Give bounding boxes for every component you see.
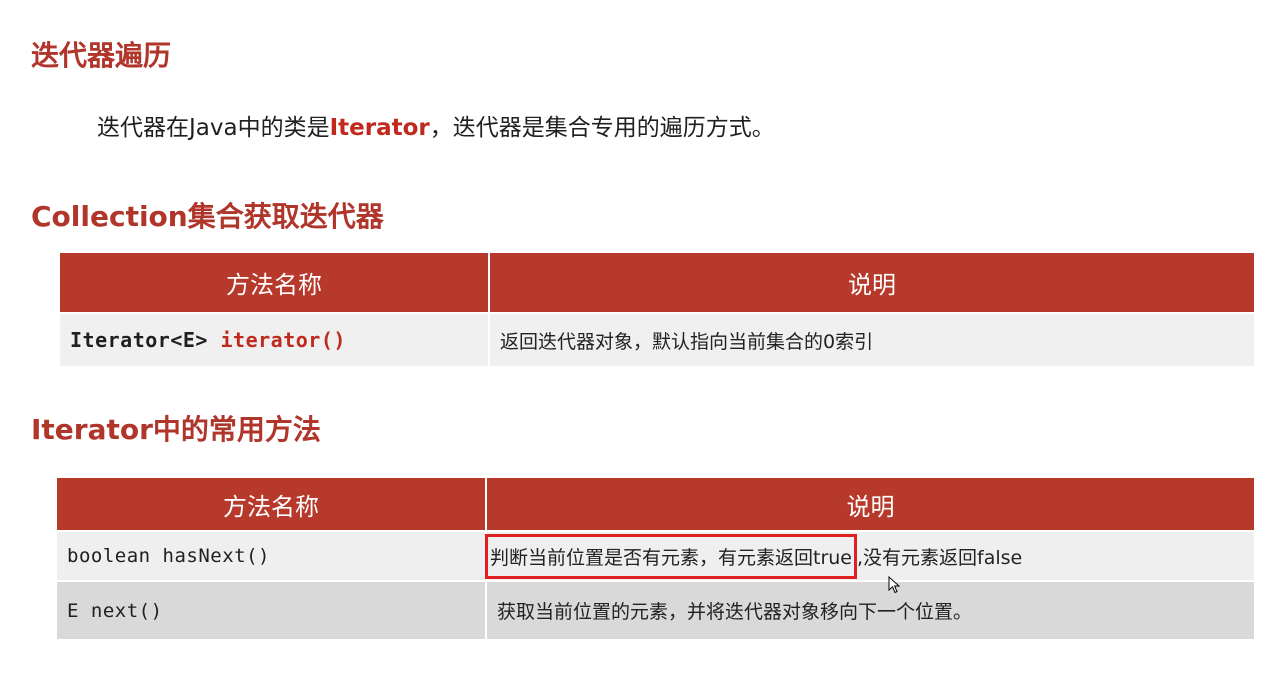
table-row: Iterator<E> iterator() 返回迭代器对象，默认指向当前集合的… — [60, 312, 1254, 366]
table-header-row: 方法名称 说明 — [57, 478, 1254, 531]
intro-prefix: 迭代器在Java中的类是 — [97, 115, 330, 141]
description-cell: 判断当前位置是否有元素，有元素返回true ,没有元素返回false — [485, 530, 1254, 581]
method-cell: boolean hasNext() — [57, 530, 487, 581]
method-name: iterator() — [220, 328, 346, 352]
mouse-cursor-icon — [888, 576, 900, 594]
header-method-name: 方法名称 — [60, 253, 490, 313]
header-method-name: 方法名称 — [57, 478, 487, 531]
table-row: boolean hasNext() 判断当前位置是否有元素，有元素返回true,… — [57, 530, 1254, 581]
method-cell: Iterator<E> iterator() — [60, 312, 490, 366]
method-cell: E next() — [57, 580, 487, 639]
table-row: E next() 获取当前位置的元素，并将迭代器对象移向下一个位置。 — [57, 580, 1254, 639]
table-header-row: 方法名称 说明 — [60, 253, 1254, 313]
intro-paragraph: 迭代器在Java中的类是Iterator，迭代器是集合专用的遍历方式。 — [97, 115, 775, 143]
description-cell: 返回迭代器对象，默认指向当前集合的0索引 — [489, 312, 1254, 366]
section-title-collection-get-iterator: Collection集合获取迭代器 — [31, 200, 384, 233]
method-signature: Iterator<E> iterator() — [70, 328, 346, 352]
intro-suffix: ，迭代器是集合专用的遍历方式。 — [429, 115, 775, 141]
description-cell: 获取当前位置的元素，并将迭代器对象移向下一个位置。 — [486, 580, 1254, 639]
header-description: 说明 — [489, 253, 1254, 313]
iterator-methods-table: 方法名称 说明 boolean hasNext() 判断当前位置是否有元素，有元… — [57, 478, 1254, 639]
section-title-iterator-traversal: 迭代器遍历 — [31, 39, 172, 72]
method-return-type: Iterator<E> — [70, 328, 221, 352]
highlight-box: 判断当前位置是否有元素，有元素返回true — [485, 533, 857, 579]
intro-accent-iterator: Iterator — [329, 115, 430, 141]
section-title-iterator-common-methods: Iterator中的常用方法 — [31, 413, 321, 446]
header-description: 说明 — [486, 478, 1254, 531]
collection-iterator-table: 方法名称 说明 Iterator<E> iterator() 返回迭代器对象，默… — [60, 253, 1254, 366]
description-rest: ,没有元素返回false — [857, 546, 1023, 569]
